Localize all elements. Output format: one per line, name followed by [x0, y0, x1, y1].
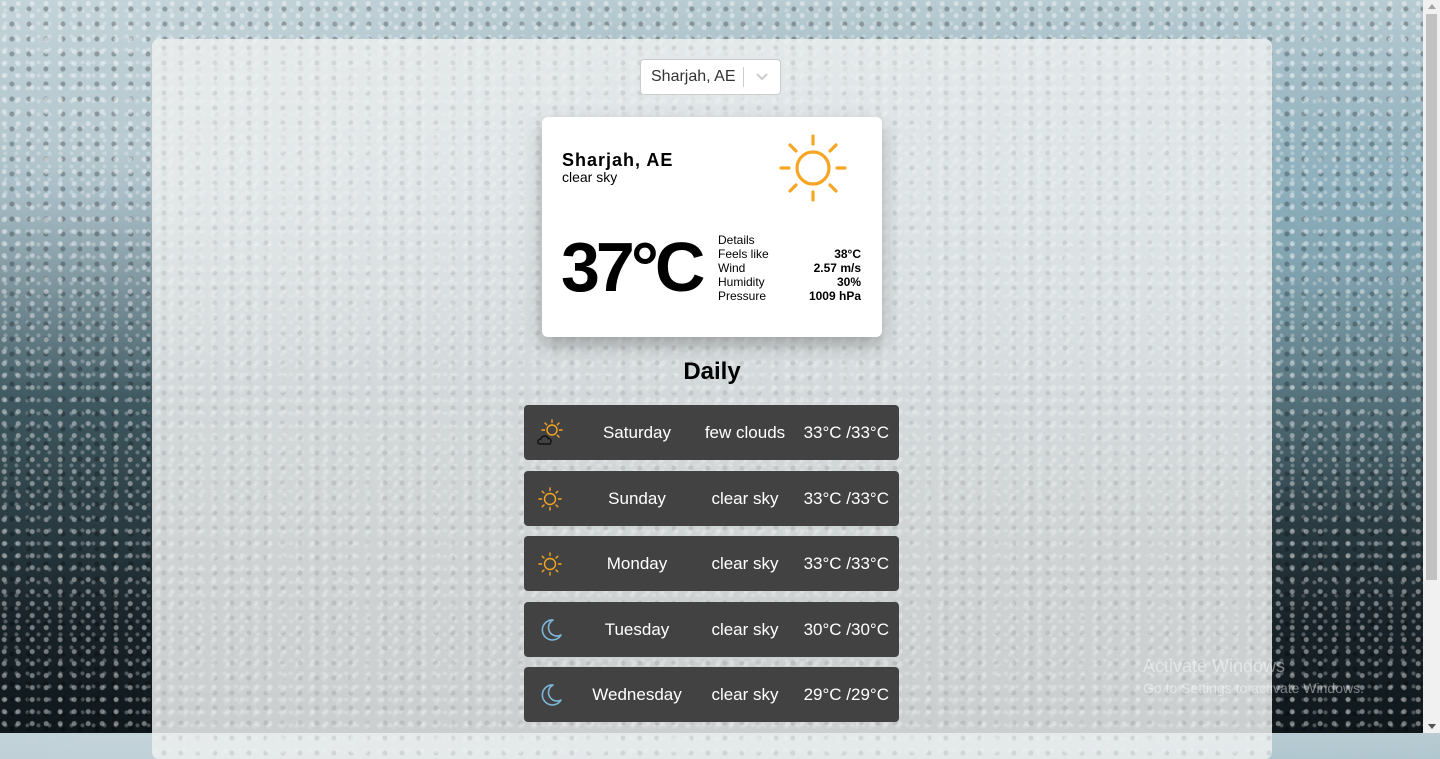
- day-temperature: 30°C /30°C: [803, 620, 889, 639]
- daily-item-saturday[interactable]: Saturday few clouds 33°C /33°C: [524, 405, 899, 460]
- day-name: Monday: [606, 554, 668, 573]
- scroll-up-icon[interactable]: [1428, 4, 1436, 9]
- detail-value: 30%: [836, 275, 861, 289]
- day-description: clear sky: [711, 489, 779, 508]
- activate-windows-watermark: Activate Windows Go to Settings to activ…: [1143, 656, 1364, 696]
- day-name: Sunday: [608, 489, 666, 508]
- daily-item-tuesday[interactable]: Tuesday clear sky 30°C /30°C: [524, 602, 899, 657]
- scrollbar-thumb[interactable]: [1426, 14, 1437, 580]
- scroll-down-icon[interactable]: [1428, 724, 1436, 729]
- day-name: Tuesday: [604, 620, 670, 639]
- detail-humidity: Humidity 30%: [718, 275, 861, 289]
- detail-label: Wind: [718, 261, 746, 275]
- day-description: few clouds: [704, 423, 786, 442]
- moon-icon: [541, 684, 562, 706]
- detail-value: 1009 hPa: [808, 289, 861, 303]
- details-list: Details Feels like 38°C Wind 2.57 m/s Hu…: [718, 233, 861, 303]
- daily-item-wednesday[interactable]: Wednesday clear sky 29°C /29°C: [524, 667, 899, 722]
- detail-pressure: Pressure 1009 hPa: [718, 289, 861, 303]
- main-panel: Sharjah, AE Sharjah, AE clear sky 37°C D…: [152, 39, 1272, 759]
- details-heading: Details: [718, 233, 755, 247]
- current-temperature: 37°C: [561, 228, 705, 306]
- detail-label: Pressure: [718, 289, 767, 303]
- day-description: clear sky: [711, 620, 779, 639]
- moon-icon: [541, 619, 562, 641]
- sun-icon: [538, 552, 562, 576]
- daily-title: Daily: [683, 358, 741, 385]
- sun-cloud-icon: [537, 419, 563, 445]
- day-name: Wednesday: [592, 685, 682, 704]
- day-temperature: 33°C /33°C: [803, 554, 889, 573]
- daily-item-monday[interactable]: Monday clear sky 33°C /33°C: [524, 536, 899, 591]
- day-temperature: 33°C /33°C: [803, 423, 889, 442]
- day-temperature: 29°C /29°C: [803, 685, 889, 704]
- sun-icon: [779, 134, 847, 202]
- current-city: Sharjah, AE: [562, 150, 674, 170]
- daily-item-sunday[interactable]: Sunday clear sky 33°C /33°C: [524, 471, 899, 526]
- watermark-title: Activate Windows: [1143, 656, 1286, 676]
- day-description: clear sky: [711, 554, 779, 573]
- detail-label: Feels like: [718, 247, 769, 261]
- detail-value: 2.57 m/s: [813, 261, 861, 275]
- sun-icon: [538, 487, 562, 511]
- vertical-scrollbar[interactable]: [1423, 0, 1440, 733]
- day-name: Saturday: [602, 423, 672, 442]
- watermark-subtitle: Go to Settings to activate Windows.: [1143, 680, 1364, 696]
- detail-value: 38°C: [834, 247, 861, 261]
- detail-wind: Wind 2.57 m/s: [718, 261, 861, 275]
- current-weather-card: Sharjah, AE clear sky 37°C Details Feels…: [542, 117, 882, 337]
- day-description: clear sky: [711, 685, 779, 704]
- chevron-down-icon[interactable]: [744, 72, 780, 82]
- detail-label: Humidity: [718, 275, 765, 289]
- day-temperature: 33°C /33°C: [803, 489, 889, 508]
- location-select[interactable]: Sharjah, AE: [640, 59, 781, 95]
- location-select-value: Sharjah, AE: [651, 68, 736, 85]
- detail-feels-like: Feels like 38°C: [718, 247, 861, 261]
- current-description: clear sky: [562, 169, 618, 185]
